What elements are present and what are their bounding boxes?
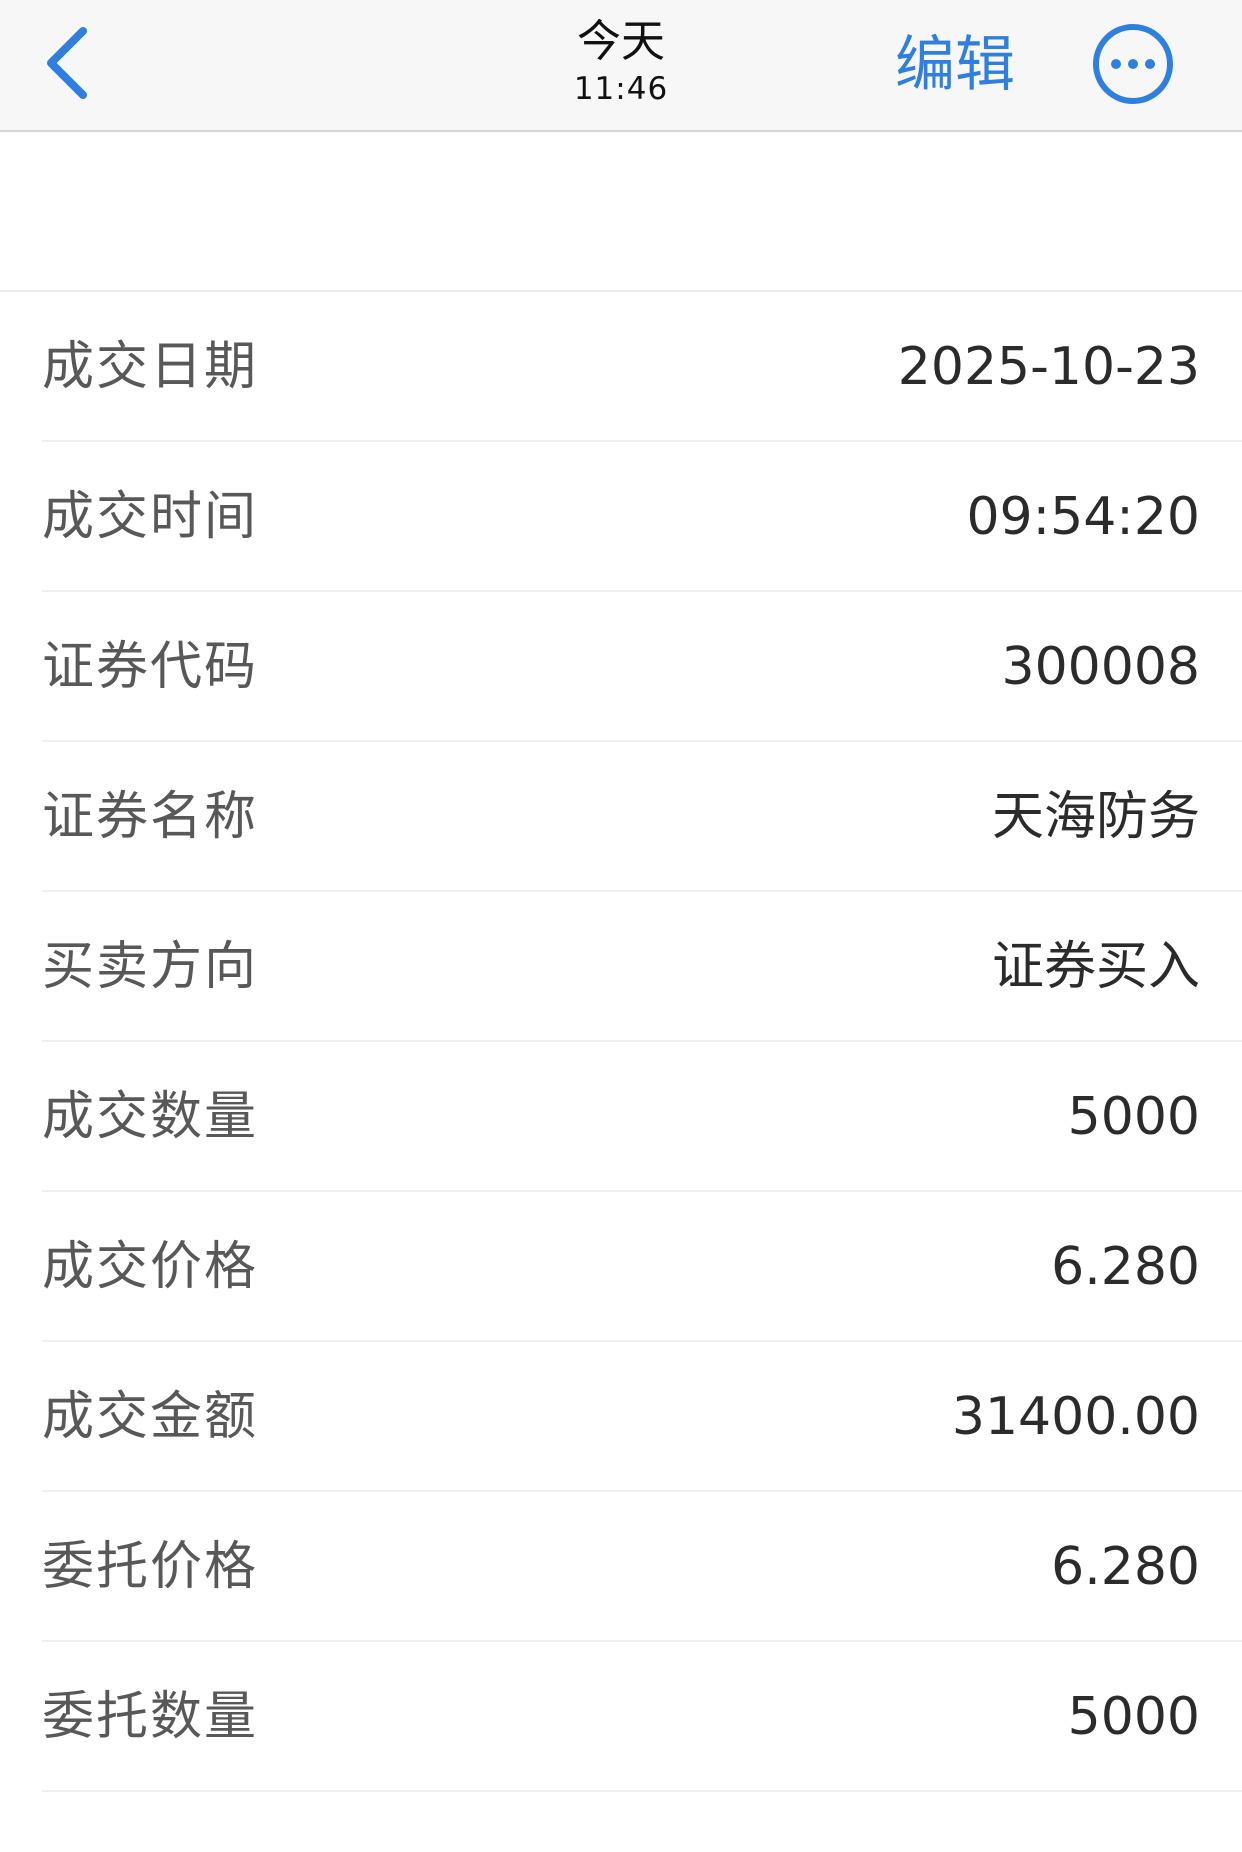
row-label: 成交金额 — [42, 1387, 259, 1447]
row-value: 天海防务 — [991, 787, 1200, 847]
header-spacer — [0, 132, 1242, 292]
row-label: 成交价格 — [42, 1237, 259, 1297]
row-value: 证券买入 — [991, 937, 1200, 997]
detail-row-direction: 买卖方向 证券买入 — [0, 892, 1242, 1042]
detail-row-security-code: 证券代码 300008 — [0, 592, 1242, 742]
nav-subtitle: 11:46 — [573, 71, 669, 107]
detail-row-trade-date: 成交日期 2025-10-23 — [0, 292, 1242, 442]
more-button[interactable] — [1092, 23, 1174, 105]
detail-row-security-name: 证券名称 天海防务 — [0, 742, 1242, 892]
row-value: 6.280 — [1051, 1537, 1200, 1597]
row-value: 5000 — [1067, 1687, 1200, 1747]
row-value: 5000 — [1067, 1087, 1200, 1147]
row-value: 09:54:20 — [966, 487, 1200, 547]
detail-list: 成交日期 2025-10-23 成交时间 09:54:20 证券代码 30000… — [0, 292, 1242, 1792]
back-button[interactable] — [28, 18, 108, 108]
row-value: 2025-10-23 — [897, 337, 1200, 397]
row-value: 300008 — [1001, 637, 1200, 697]
row-label: 证券代码 — [42, 637, 259, 697]
row-value: 31400.00 — [951, 1387, 1200, 1447]
navigation-bar: 今天 11:46 编辑 — [0, 0, 1242, 132]
row-label: 委托数量 — [42, 1687, 259, 1747]
detail-row-trade-amount: 成交金额 31400.00 — [0, 1342, 1242, 1492]
nav-title-group: 今天 11:46 — [471, 14, 771, 108]
detail-row-trade-quantity: 成交数量 5000 — [0, 1042, 1242, 1192]
row-label: 委托价格 — [42, 1537, 259, 1597]
row-label: 证券名称 — [42, 787, 259, 847]
detail-row-order-price: 委托价格 6.280 — [0, 1492, 1242, 1642]
edit-button[interactable]: 编辑 — [880, 22, 1030, 108]
more-icon — [1093, 24, 1173, 104]
detail-row-trade-time: 成交时间 09:54:20 — [0, 442, 1242, 592]
detail-row-order-quantity: 委托数量 5000 — [0, 1642, 1242, 1792]
chevron-left-icon — [47, 27, 87, 99]
row-label: 成交时间 — [42, 487, 259, 547]
row-label: 成交数量 — [42, 1087, 259, 1147]
row-label: 买卖方向 — [42, 937, 259, 997]
row-label: 成交日期 — [42, 337, 259, 397]
nav-title: 今天 — [577, 16, 665, 67]
detail-row-trade-price: 成交价格 6.280 — [0, 1192, 1242, 1342]
row-value: 6.280 — [1051, 1237, 1200, 1297]
